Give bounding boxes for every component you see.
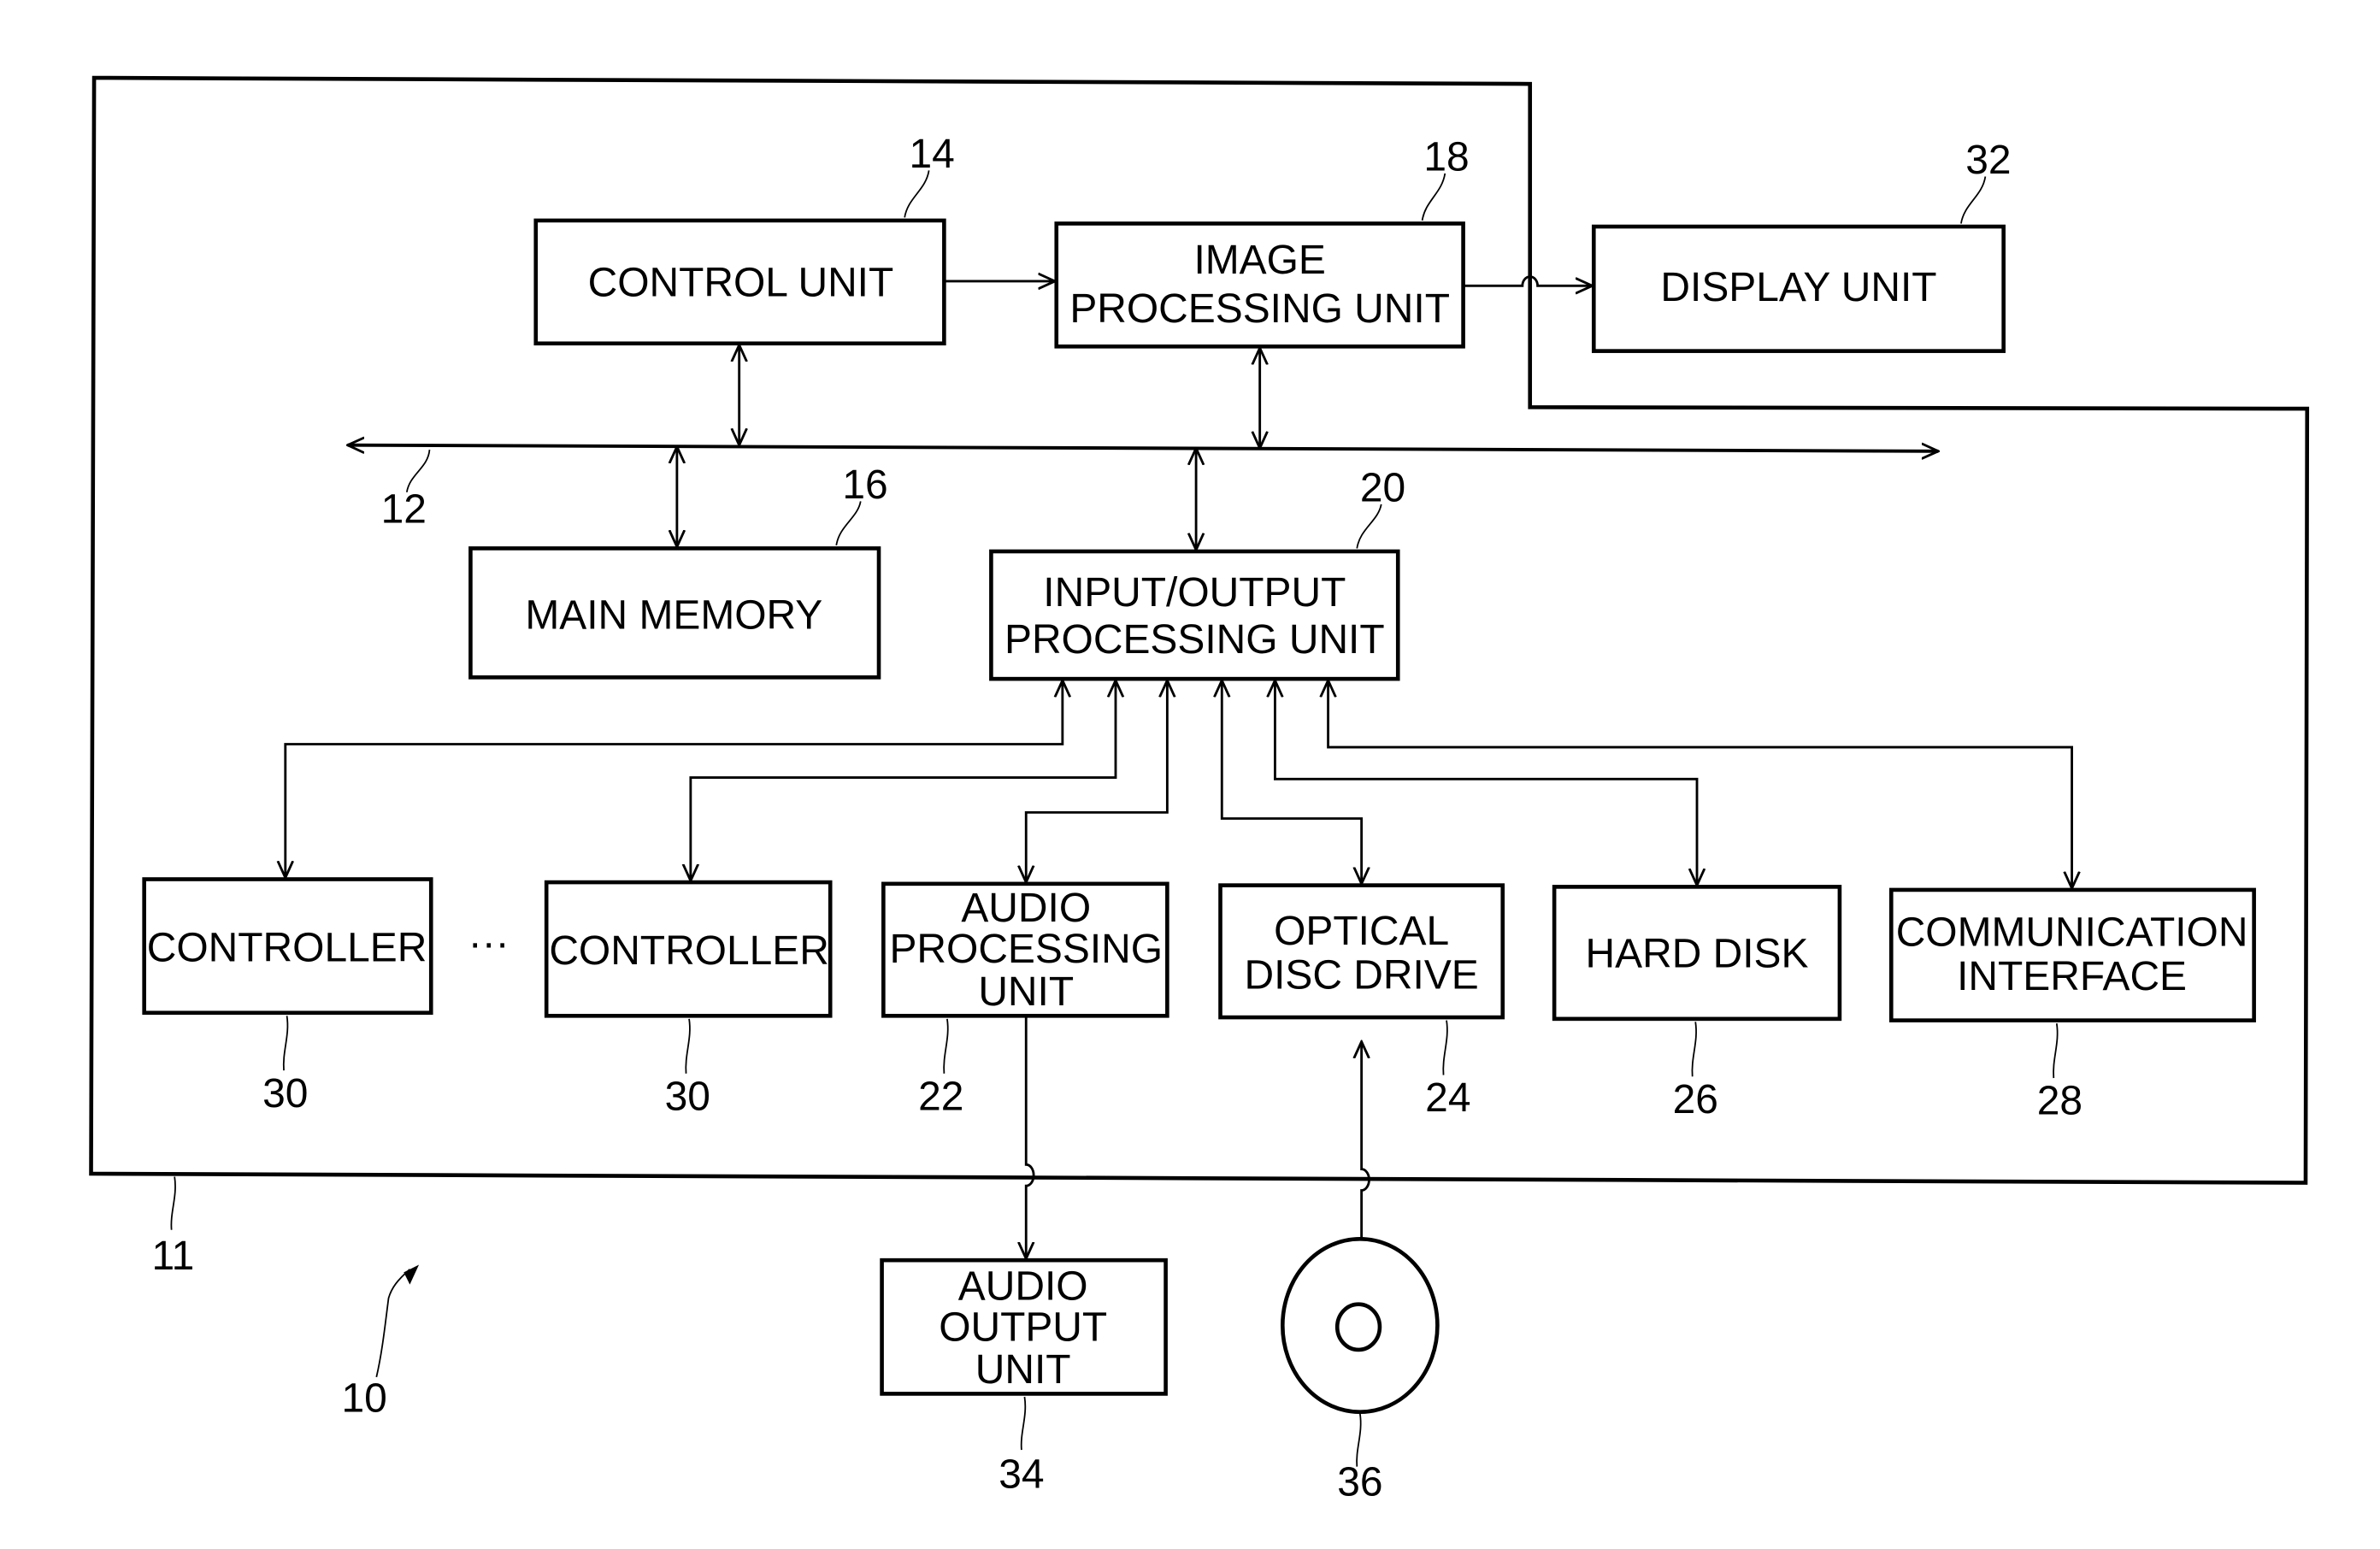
- audio-to-output-arrow: [1026, 1017, 1035, 1258]
- controller-ellipsis: ···: [468, 921, 510, 966]
- ref-communication-interface: 28: [2037, 1079, 2082, 1124]
- controller-block-2: CONTROLLER: [544, 880, 833, 1018]
- image-processing-unit-label-line2: PROCESSING UNIT: [1069, 286, 1450, 332]
- image-processing-unit-block: IMAGE PROCESSING UNIT: [1054, 221, 1465, 349]
- main-memory-block: MAIN MEMORY: [468, 546, 881, 680]
- control-unit-block: CONTROL UNIT: [533, 218, 946, 346]
- io-processing-unit-block: INPUT/OUTPUT PROCESSING UNIT: [989, 549, 1400, 681]
- ref-main-memory: 16: [842, 462, 887, 508]
- control-unit-label: CONTROL UNIT: [588, 261, 894, 306]
- ref-optical-disc-drive: 24: [1425, 1075, 1470, 1121]
- ref-housing: 11: [152, 1234, 195, 1279]
- ref-controller-1: 30: [262, 1071, 308, 1116]
- io-odd-link: [1222, 680, 1361, 884]
- disc-to-odd-arrow: [1362, 1041, 1370, 1238]
- main-memory-label: MAIN MEMORY: [525, 593, 822, 639]
- audio-processing-unit-label-line1: AUDIO: [961, 886, 1091, 931]
- audio-processing-unit-block: AUDIO PROCESSING UNIT: [881, 881, 1169, 1018]
- io-audio-link: [1026, 680, 1167, 882]
- io-processing-unit-label-line2: PROCESSING UNIT: [1004, 617, 1385, 663]
- ref-optical-disc: 36: [1337, 1459, 1382, 1505]
- io-controller1-link: [286, 680, 1063, 878]
- ref-display-unit: 32: [1965, 138, 2011, 183]
- ref-bus: 12: [381, 486, 427, 532]
- communication-interface-label-line2: INTERFACE: [1957, 954, 2187, 999]
- audio-output-unit-label-line3: UNIT: [975, 1347, 1071, 1393]
- io-comm-link: [1328, 680, 2072, 888]
- audio-output-unit-label-line2: OUTPUT: [939, 1305, 1107, 1350]
- audio-processing-unit-label-line3: UNIT: [978, 969, 1074, 1015]
- image-processing-unit-label-line1: IMAGE: [1193, 238, 1325, 283]
- ref-device: 10: [341, 1376, 386, 1422]
- optical-disc-drive-label-line2: DISC DRIVE: [1245, 952, 1479, 998]
- io-processing-unit-label-line1: INPUT/OUTPUT: [1043, 570, 1346, 615]
- ref-controller-2: 30: [665, 1074, 710, 1119]
- connections: [286, 277, 2072, 1259]
- audio-processing-unit-label-line2: PROCESSING: [889, 927, 1163, 972]
- image-to-display-arrow: [1463, 275, 1593, 286]
- ref-audio-processing-unit: 22: [918, 1074, 963, 1119]
- optical-disc-icon: [1280, 1236, 1440, 1415]
- controller-block-1: CONTROLLER: [142, 877, 433, 1016]
- communication-interface-block: COMMUNICATION INTERFACE: [1888, 887, 2256, 1022]
- ref-io-processing-unit: 20: [1360, 465, 1405, 510]
- controller-2-label: CONTROLLER: [549, 928, 829, 974]
- diagram-svg: CONTROL UNIT IMAGE PROCESSING UNIT DISPL…: [89, 75, 2310, 1505]
- ref-control-unit: 14: [910, 132, 955, 177]
- system-bus: [348, 445, 1939, 451]
- display-unit-block: DISPLAY UNIT: [1591, 224, 2006, 353]
- optical-disc-drive-block: OPTICAL DISC DRIVE: [1218, 883, 1505, 1020]
- audio-output-unit-label-line1: AUDIO: [958, 1263, 1088, 1309]
- io-controller2-link: [691, 680, 1116, 881]
- audio-output-unit-block: AUDIO OUTPUT UNIT: [880, 1257, 1168, 1396]
- communication-interface-label-line1: COMMUNICATION: [1896, 910, 2248, 956]
- hard-disk-block: HARD DISK: [1552, 885, 1842, 1022]
- ref-hard-disk: 26: [1673, 1077, 1718, 1122]
- optical-disc-drive-label-line1: OPTICAL: [1274, 909, 1449, 954]
- hard-disk-label: HARD DISK: [1586, 931, 1809, 976]
- ref-audio-output-unit: 34: [999, 1452, 1044, 1497]
- ref-image-processing-unit: 18: [1423, 134, 1469, 180]
- display-unit-label: DISPLAY UNIT: [1660, 265, 1936, 310]
- block-diagram: CONTROL UNIT IMAGE PROCESSING UNIT DISPL…: [0, 0, 2380, 1549]
- controller-1-label: CONTROLLER: [147, 925, 427, 970]
- io-hdd-link: [1275, 680, 1697, 886]
